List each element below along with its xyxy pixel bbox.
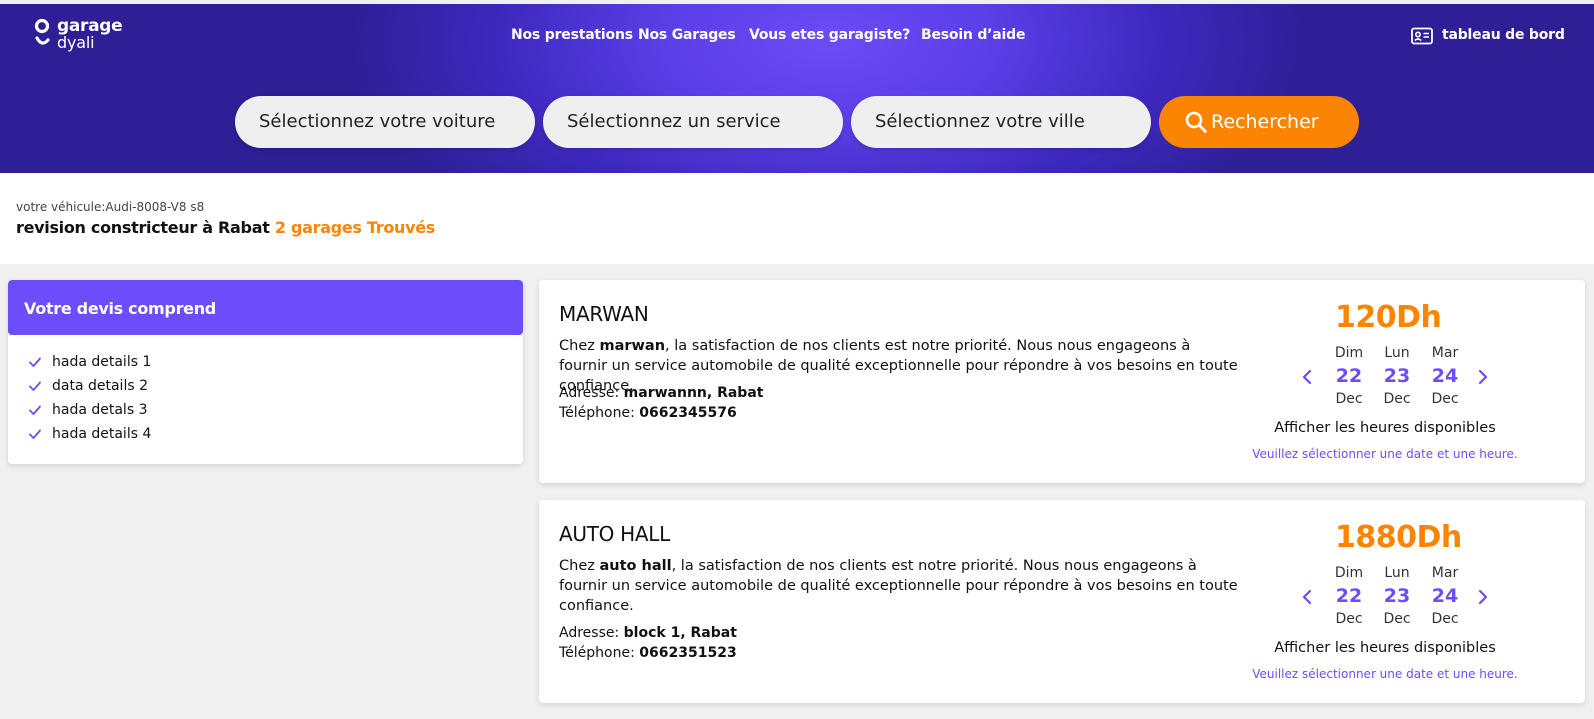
garage-card: MARWAN Chez marwan, la satisfaction de n…	[539, 280, 1585, 483]
devis-item: hada detals 3	[28, 400, 523, 424]
garage-name[interactable]: MARWAN	[559, 302, 649, 326]
garage-description: Chez auto hall, la satisfaction de nos c…	[559, 558, 1238, 614]
devis-item: data details 2	[28, 376, 523, 400]
devis-list: hada details 1 data details 2 hada detal…	[8, 335, 523, 448]
car-select[interactable]: Sélectionnez votre voiture	[235, 96, 535, 148]
check-icon	[29, 405, 41, 415]
city-select[interactable]: Sélectionnez votre ville	[851, 96, 1151, 148]
search-query: revision constricteur à Rabat	[16, 218, 270, 237]
devis-item: hada details 4	[28, 424, 523, 448]
nav-link-garagiste[interactable]: Vous etes garagiste?	[749, 27, 910, 43]
search-button[interactable]: Rechercher	[1159, 96, 1359, 148]
check-icon	[29, 357, 41, 367]
vehicle-info: votre véhicule:Audi-8008-V8 s8	[16, 200, 205, 214]
hero-header: garage dyali Nos prestations Nos Garages…	[0, 4, 1594, 173]
nav-link-garages[interactable]: Nos Garages	[638, 27, 736, 43]
devis-panel: Votre devis comprend hada details 1 data…	[8, 280, 523, 464]
devis-item: hada details 1	[28, 352, 523, 376]
garage-phone: Téléphone: 0662351523	[559, 645, 737, 661]
results-headline: revision constricteur à Rabat 2 garages …	[16, 218, 435, 237]
nav-link-prestations[interactable]: Nos prestations	[511, 27, 633, 43]
nav-link-aide[interactable]: Besoin d’aide	[921, 27, 1025, 43]
search-button-label: Rechercher	[1211, 111, 1319, 133]
chevron-right-icon[interactable]	[1476, 368, 1490, 386]
garage-address: Adresse: block 1, Rabat	[559, 625, 737, 641]
devis-item-label: hada details 1	[52, 354, 152, 370]
check-icon	[29, 381, 41, 391]
show-hours-link[interactable]: Afficher les heures disponibles	[1255, 420, 1515, 436]
devis-item-label: hada detals 3	[52, 402, 148, 418]
garage-price: 120Dh	[1335, 300, 1442, 335]
service-select[interactable]: Sélectionnez un service	[543, 96, 843, 148]
devis-item-label: hada details 4	[52, 426, 152, 442]
results-count: 2 garages Trouvés	[274, 218, 436, 237]
id-card-icon	[1411, 27, 1433, 45]
dashboard-label: tableau de bord	[1442, 27, 1565, 43]
devis-item-label: data details 2	[52, 378, 148, 394]
show-hours-link[interactable]: Afficher les heures disponibles	[1255, 640, 1515, 656]
chevron-left-icon[interactable]	[1300, 588, 1314, 606]
results-summary: votre véhicule:Audi-8008-V8 s8 revision …	[0, 173, 1594, 264]
date-hint: Veuillez sélectionner une date et une he…	[1252, 667, 1518, 681]
chevron-right-icon[interactable]	[1476, 588, 1490, 606]
garage-phone: Téléphone: 0662345576	[559, 405, 737, 421]
date-hint: Veuillez sélectionner une date et une he…	[1252, 447, 1518, 461]
chevron-left-icon[interactable]	[1300, 368, 1314, 386]
devis-title: Votre devis comprend	[8, 280, 523, 335]
check-icon	[29, 429, 41, 439]
search-icon	[1185, 111, 1207, 133]
main-nav: Nos prestations Nos Garages Vous etes ga…	[0, 27, 1594, 47]
garage-name[interactable]: AUTO HALL	[559, 522, 670, 546]
garage-card: AUTO HALL Chez auto hall, la satisfactio…	[539, 500, 1585, 703]
garage-price: 1880Dh	[1335, 520, 1462, 555]
garage-address: Adresse: marwannn, Rabat	[559, 385, 764, 401]
